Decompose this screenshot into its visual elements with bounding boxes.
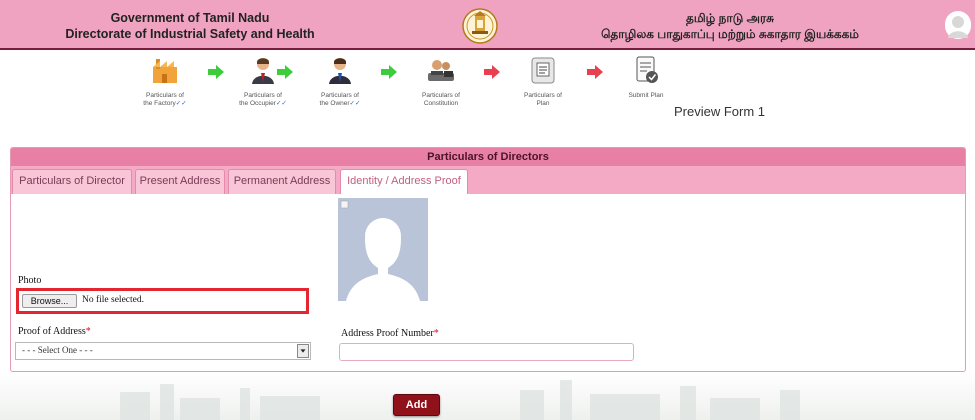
step-label-line2: the Owner (319, 100, 350, 107)
step-owner[interactable]: Particulars of the Owner✓✓ (305, 55, 375, 108)
directors-panel: Particulars of Directors Particulars of … (10, 147, 966, 372)
step-constitution[interactable]: Particulars of Constitution (406, 55, 476, 108)
no-file-selected-text: No file selected. (82, 295, 144, 305)
step-check-mark: ✓✓ (275, 100, 287, 107)
tab-identity-address-proof[interactable]: Identity / Address Proof (340, 169, 468, 194)
arrow-right-icon (381, 65, 397, 79)
photo-file-upload[interactable]: Browse... No file selected. (16, 288, 309, 314)
add-button[interactable]: Add (393, 394, 440, 416)
panel-title: Particulars of Directors (11, 148, 965, 166)
tab-present-address[interactable]: Present Address (135, 169, 225, 194)
step-submit-plan[interactable]: Submit Plan (611, 55, 681, 100)
step-label-line1: Particulars of (244, 92, 282, 99)
constitution-icon (428, 60, 454, 81)
progress-steps: Particulars of the Factory✓✓ Particulars… (130, 55, 690, 115)
step-label-line2: the Occupier (239, 100, 276, 107)
tab-bar: Particulars of Director Present Address … (11, 166, 965, 194)
step-factory[interactable]: Particulars of the Factory✓✓ (130, 55, 200, 108)
proof-of-address-label: Proof of Address* (18, 326, 91, 337)
header-govt-name-tamil: தமிழ் நாடு அரசு (686, 11, 774, 25)
submit-plan-icon (636, 56, 658, 83)
step-label-line1: Particulars of (146, 92, 184, 99)
occupier-icon (252, 58, 274, 84)
header-bar: Government of Tamil Nadu Directorate of … (0, 0, 975, 50)
header-directorate-name: Directorate of Industrial Safety and Hea… (65, 27, 315, 41)
step-label-line1: Particulars of (422, 92, 460, 99)
address-proof-number-input[interactable] (339, 343, 634, 361)
arrow-right-icon (208, 65, 224, 79)
browse-button[interactable]: Browse... (22, 294, 77, 308)
tab-particulars-of-director[interactable]: Particulars of Director (12, 169, 132, 194)
header-title-english: Government of Tamil Nadu Directorate of … (40, 10, 340, 42)
proof-of-address-select[interactable]: - - - Select One - - - (15, 342, 311, 360)
step-label-line1: Particulars of (321, 92, 359, 99)
arrow-right-icon (277, 65, 293, 79)
plan-icon (531, 57, 555, 84)
step-check-mark: ✓✓ (349, 100, 361, 107)
user-avatar-icon[interactable] (945, 11, 971, 39)
photo-label: Photo (18, 275, 42, 286)
chevron-down-icon[interactable] (297, 344, 309, 358)
photo-placeholder (338, 198, 428, 301)
step-check-mark: ✓✓ (175, 100, 187, 107)
header-govt-name: Government of Tamil Nadu (110, 11, 270, 25)
owner-icon (329, 58, 351, 84)
required-mark: * (85, 326, 91, 337)
factory-icon (153, 59, 177, 83)
header-directorate-name-tamil: தொழிலக பாதுகாப்பு மற்றும் சுகாதார இயக்கக… (601, 27, 859, 41)
step-occupier[interactable]: Particulars of the Occupier✓✓ (228, 55, 298, 108)
address-proof-number-label-text: Address Proof Number (341, 328, 434, 339)
step-label-line2: Constitution (423, 100, 459, 107)
arrow-right-icon (484, 65, 500, 79)
preview-form-label: Preview Form 1 (674, 104, 766, 119)
step-label-line1: Submit Plan (628, 92, 664, 99)
tab-permanent-address[interactable]: Permanent Address (228, 169, 336, 194)
required-mark: * (433, 328, 439, 339)
proof-of-address-label-text: Proof of Address (18, 326, 86, 337)
footer-background-image (0, 372, 975, 420)
tamil-nadu-emblem-icon (462, 8, 498, 44)
step-plan[interactable]: Particulars of Plan (508, 55, 578, 108)
step-label-line2: the Factory (143, 100, 176, 107)
step-label-line2: Plan (536, 100, 550, 107)
address-proof-number-label: Address Proof Number* (341, 328, 439, 339)
proof-select-value: - - - Select One - - - (22, 345, 93, 355)
header-title-tamil: தமிழ் நாடு அரசு தொழிலக பாதுகாப்பு மற்றும… (560, 10, 900, 42)
step-label-line1: Particulars of (524, 92, 562, 99)
arrow-right-icon (587, 65, 603, 79)
